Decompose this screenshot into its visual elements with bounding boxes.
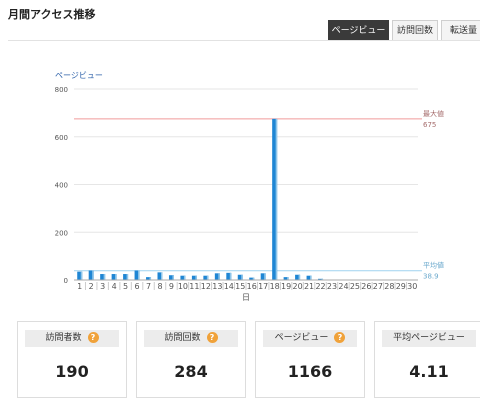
bar-highlight-day-12 bbox=[206, 275, 209, 280]
x-tick-label: 5 bbox=[123, 282, 128, 291]
card-avg-pageviews-value: 4.11 bbox=[409, 362, 449, 381]
x-tick-label: 24 bbox=[338, 282, 348, 291]
card-pageviews-label: ページビュー bbox=[274, 333, 329, 343]
bar-highlight-day-14 bbox=[229, 272, 232, 280]
bar-highlight-day-20 bbox=[298, 274, 301, 280]
bar-highlight-day-4 bbox=[115, 274, 117, 280]
bar-highlight-day-6 bbox=[138, 270, 140, 280]
x-axis-title: 日 bbox=[242, 293, 250, 302]
y-tick-label: 600 bbox=[55, 134, 68, 142]
bar-highlight-day-21 bbox=[310, 275, 312, 280]
tab-pageviews[interactable]: ページビュー bbox=[328, 20, 389, 40]
card-avg-pageviews-header: 平均ページビュー bbox=[382, 330, 476, 347]
card-visits-label: 訪問回数 bbox=[164, 333, 201, 343]
header-divider bbox=[8, 40, 480, 41]
x-tick-label: 9 bbox=[169, 282, 174, 291]
card-avg-pageviews-label: 平均ページビュー bbox=[393, 333, 465, 343]
x-tick-label: 23 bbox=[327, 282, 337, 291]
x-tick-label: 4 bbox=[112, 282, 117, 291]
bar-highlight-day-2 bbox=[92, 270, 94, 280]
series-label: ページビュー bbox=[55, 71, 103, 80]
x-tick-label: 11 bbox=[189, 282, 199, 291]
average-line-value: 38.9 bbox=[423, 273, 439, 281]
card-pageviews: ページビュー? 1166 bbox=[255, 321, 365, 398]
bar-highlight-day-8 bbox=[161, 272, 163, 280]
x-tick-label: 2 bbox=[89, 282, 94, 291]
x-tick-label: 3 bbox=[100, 282, 105, 291]
chart-svg: 0200400600800ページビュー最大値675平均値38.91 2 3 4 5 6 7 8… bbox=[55, 71, 444, 302]
card-pageviews-value: 1166 bbox=[287, 362, 333, 381]
x-tick-label: 21 bbox=[304, 282, 314, 291]
bar-highlight-day-1 bbox=[80, 271, 83, 280]
card-visitors-header: 訪問者数? bbox=[25, 330, 119, 347]
bar-highlight-day-15 bbox=[241, 274, 243, 280]
x-tick-label: 27 bbox=[373, 282, 383, 291]
x-tick-label: 20 bbox=[293, 282, 303, 291]
bar-highlight-day-11 bbox=[195, 275, 197, 280]
card-visits-header: 訪問回数? bbox=[144, 330, 238, 347]
x-tick-label: 12 bbox=[201, 282, 211, 291]
help-icon[interactable]: ? bbox=[206, 332, 218, 343]
average-line-label: 平均値 bbox=[423, 261, 444, 270]
x-tick-label: 17 bbox=[258, 282, 268, 291]
bar-highlight-day-18 bbox=[275, 118, 278, 280]
x-tick-label: 19 bbox=[281, 282, 291, 291]
monthly-access-chart: 0 200 400 600 800 ページビュー 最大値 675 平均値 38.9 1 2 3 4 5 6 7 8… bbox=[0, 68, 480, 308]
x-tick-label: 6 bbox=[135, 282, 140, 291]
tab-visits[interactable]: 訪問回数 bbox=[392, 20, 438, 40]
x-tick-label: 7 bbox=[146, 282, 151, 291]
y-tick-label: 0 bbox=[64, 277, 68, 285]
card-visits: 訪問回数? 284 bbox=[136, 321, 246, 398]
card-visits-value: 284 bbox=[174, 362, 208, 381]
page-title: 月間アクセス推移 bbox=[8, 8, 96, 21]
bar-highlight-day-9 bbox=[172, 275, 174, 280]
max-line-label: 最大値 bbox=[423, 109, 444, 118]
bar-highlight-day-13 bbox=[218, 273, 220, 280]
chart-type-tabs: ページビュー 訪問回数 転送量 bbox=[328, 20, 480, 40]
summary-cards: 訪問者数? 190 訪問回数? 284 ページビュー? 1166 平均ページビュ… bbox=[17, 321, 480, 403]
tab-transfer[interactable]: 転送量 bbox=[441, 20, 480, 40]
y-tick-label: 800 bbox=[55, 86, 68, 94]
card-avg-pageviews: 平均ページビュー 4.11 bbox=[374, 321, 480, 398]
card-visitors-label: 訪問者数 bbox=[45, 333, 82, 343]
x-tick-label: 13 bbox=[212, 282, 222, 291]
x-tick-label: 1 bbox=[77, 282, 82, 291]
bar-highlight-day-10 bbox=[183, 275, 186, 280]
x-tick-label: 22 bbox=[315, 282, 325, 291]
x-tick-label: 15 bbox=[235, 282, 245, 291]
x-tick-label: 14 bbox=[224, 282, 234, 291]
x-tick-label: 25 bbox=[350, 282, 360, 291]
max-line-value: 675 bbox=[423, 121, 436, 129]
x-tick-label: 29 bbox=[396, 282, 406, 291]
bar-highlight-day-3 bbox=[103, 274, 106, 280]
help-icon[interactable]: ? bbox=[87, 332, 99, 343]
bar-highlight-day-5 bbox=[126, 274, 129, 280]
y-tick-label: 200 bbox=[55, 229, 68, 237]
x-tick-label: 16 bbox=[247, 282, 257, 291]
x-tick-label: 10 bbox=[178, 282, 188, 291]
card-pageviews-header: ページビュー? bbox=[263, 330, 357, 347]
x-tick-label: 8 bbox=[157, 282, 162, 291]
x-tick-label: 28 bbox=[384, 282, 394, 291]
y-tick-label: 400 bbox=[55, 182, 68, 190]
x-tick-label: 18 bbox=[270, 282, 280, 291]
card-visitors: 訪問者数? 190 bbox=[17, 321, 127, 398]
help-icon[interactable]: ? bbox=[334, 332, 346, 343]
x-tick-label: 30 bbox=[407, 282, 417, 291]
card-visitors-value: 190 bbox=[55, 362, 89, 381]
bar-highlight-day-17 bbox=[264, 273, 266, 280]
x-tick-label: 26 bbox=[361, 282, 371, 291]
